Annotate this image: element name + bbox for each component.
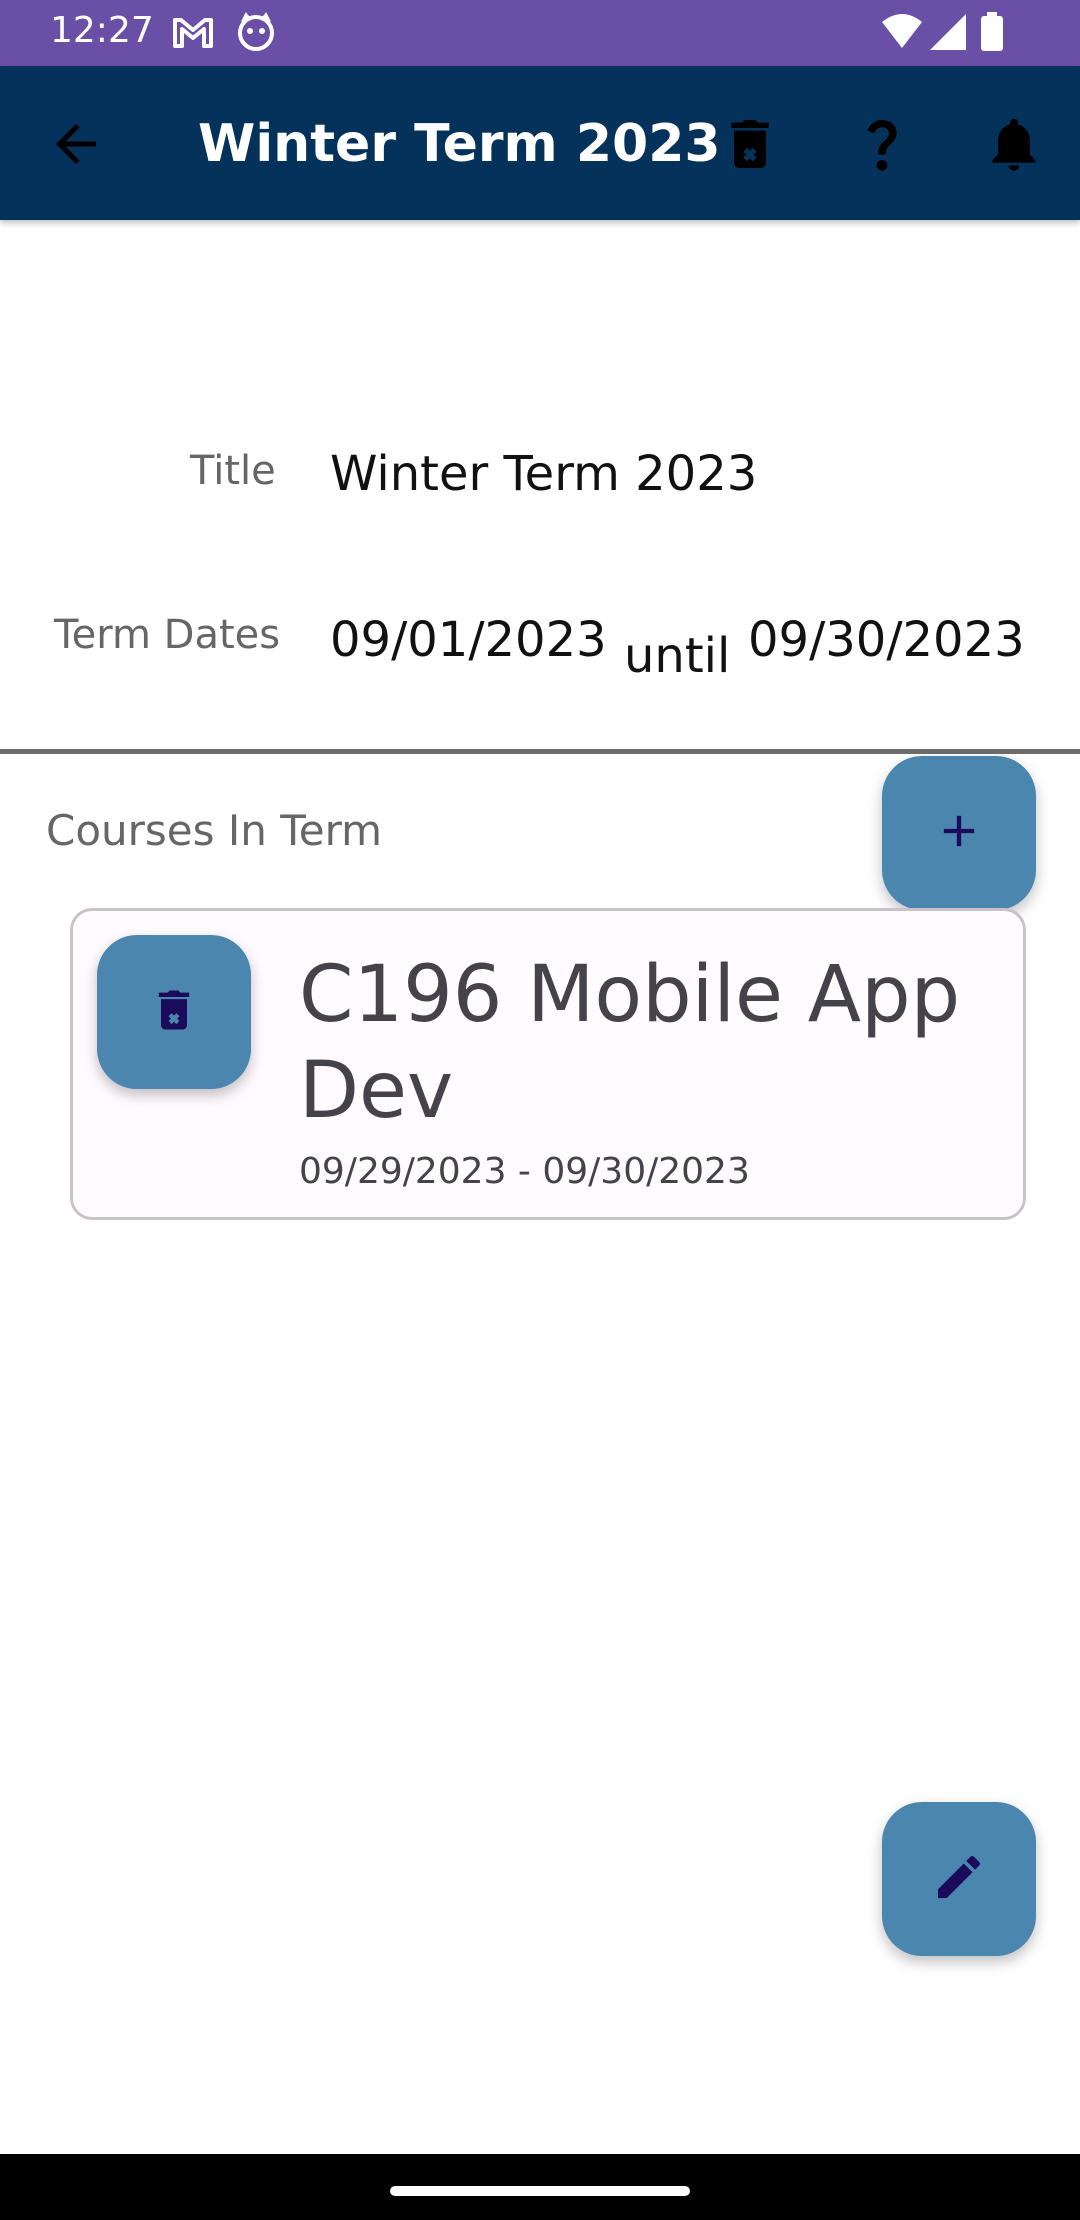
list-item[interactable]: C196 Mobile App Dev 09/29/2023 - 09/30/2… (70, 908, 1026, 1220)
courses-section-label: Courses In Term (46, 806, 383, 855)
home-handle[interactable] (390, 2186, 690, 2196)
title-label: Title (190, 448, 276, 494)
plus-icon (933, 805, 985, 862)
until-label: until (624, 628, 731, 684)
add-course-button[interactable] (882, 756, 1036, 910)
delete-icon (148, 984, 200, 1041)
status-time: 12:27 (50, 10, 154, 51)
status-bar: 12:27 (0, 0, 1080, 66)
end-date-field[interactable]: 09/30/2023 (748, 612, 1025, 668)
edit-icon (931, 1849, 987, 1910)
app-bar: Winter Term 2023 (0, 66, 1080, 220)
section-divider (0, 749, 1080, 754)
delete-course-button[interactable] (97, 935, 251, 1089)
help-icon[interactable] (850, 112, 914, 176)
system-navigation-bar (0, 2154, 1080, 2220)
edit-term-button[interactable] (882, 1802, 1036, 1956)
signal-icon (928, 12, 968, 57)
back-arrow-icon[interactable] (46, 114, 106, 174)
course-title: C196 Mobile App Dev (299, 950, 961, 1136)
page-title: Winter Term 2023 (198, 114, 721, 174)
start-date-field[interactable]: 09/01/2023 (330, 612, 607, 668)
battery-icon (980, 12, 1004, 57)
delete-term-icon[interactable] (718, 112, 782, 176)
wifi-icon (880, 12, 924, 57)
title-field[interactable]: Winter Term 2023 (330, 446, 757, 502)
gmail-icon (172, 12, 214, 57)
course-dates: 09/29/2023 - 09/30/2023 (299, 1151, 750, 1192)
notifications-icon[interactable] (982, 112, 1046, 176)
term-dates-label: Term Dates (54, 612, 281, 658)
cat-face-icon (236, 12, 276, 57)
